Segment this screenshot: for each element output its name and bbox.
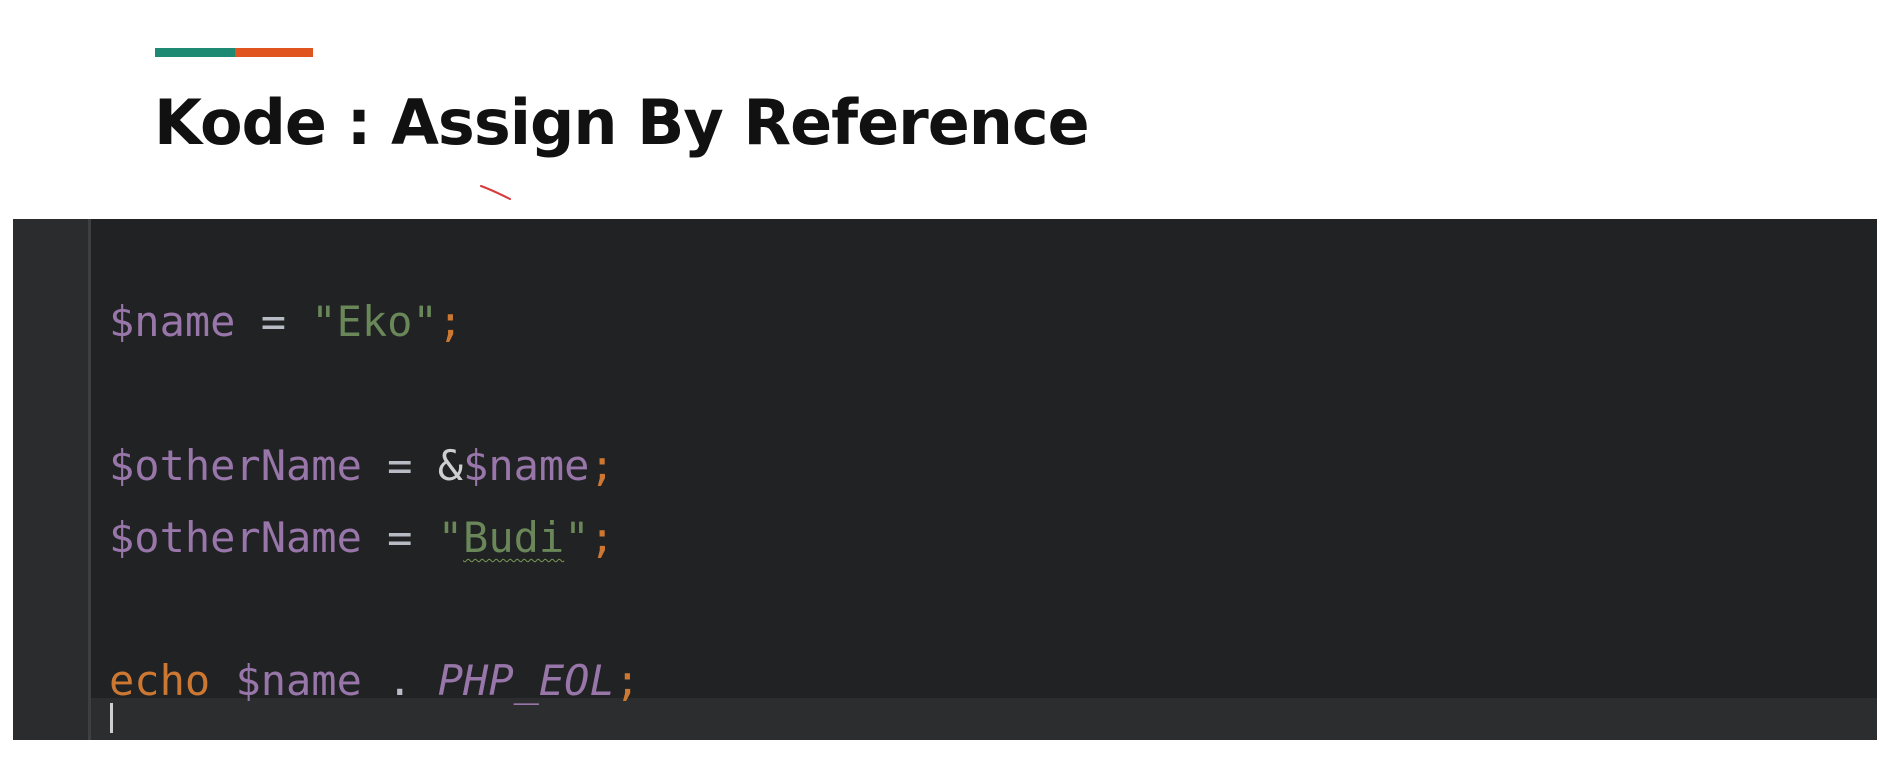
code-token-punc: ; [589, 441, 615, 490]
code-token-op: . [361, 656, 438, 705]
pen-annotation-mark [480, 185, 511, 200]
code-line-3: $otherName = "Budi"; [109, 513, 615, 563]
code-token-str: " [564, 513, 590, 562]
code-token-op: = [235, 297, 312, 346]
code-token-var: $name [109, 297, 236, 346]
code-line-4: echo $name . PHP_EOL; [109, 656, 640, 706]
code-token-var: $otherName [109, 513, 362, 562]
code-token-amp: & [437, 441, 464, 490]
accent-orange-segment [235, 48, 313, 57]
code-token-kw: echo [109, 656, 211, 705]
slide: Kode : Assign By Reference $name = "Eko"… [0, 0, 1891, 783]
code-line-1: $name = "Eko"; [109, 297, 463, 347]
code-editor[interactable]: $name = "Eko"; $otherName = &$name; $oth… [13, 219, 1877, 740]
code-token-op: = [361, 513, 438, 562]
code-token-op: = [361, 441, 438, 490]
code-token-punc: ; [589, 513, 615, 562]
code-line-2: $otherName = &$name; [109, 441, 615, 491]
code-token-const: PHP_EOL [437, 656, 615, 705]
accent-green-segment [155, 48, 235, 57]
code-token-str: "Eko" [311, 297, 438, 346]
title-accent-bar [155, 48, 313, 57]
text-caret [110, 703, 113, 733]
code-token-str-squiggle: Budi [463, 513, 565, 562]
code-token-var: $name [235, 656, 362, 705]
code-token-str: " [437, 513, 464, 562]
code-token-var: $otherName [109, 441, 362, 490]
code-token-punc: ; [437, 297, 464, 346]
editor-gutter [13, 219, 88, 740]
code-token-var: $name [463, 441, 590, 490]
editor-gutter-border [88, 219, 91, 740]
code-token-op [210, 656, 235, 705]
slide-title: Kode : Assign By Reference [154, 86, 1090, 159]
code-token-punc: ; [614, 656, 641, 705]
